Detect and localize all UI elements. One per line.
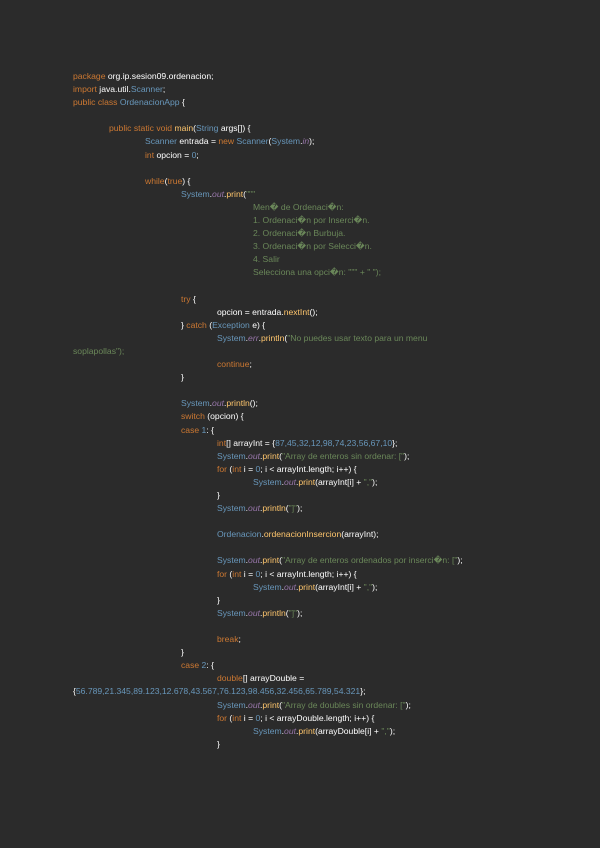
code-line: } [217, 738, 220, 749]
code-line: System.out.print(""" [181, 188, 256, 199]
code-line: System.out.print("Array de enteros orden… [217, 555, 463, 566]
code-line: while(true) { [145, 175, 191, 186]
code-line: continue; [217, 359, 252, 370]
code-line: Scanner entrada = new Scanner(System.in)… [145, 136, 315, 147]
code-line: break; [217, 634, 241, 645]
code-line: for (int i = 0; i < arrayInt.length; i++… [217, 463, 357, 474]
code-line: int[] arrayInt = {87,45,32,12,98,74,23,5… [217, 437, 398, 448]
code-line: public class OrdenacionApp { [73, 97, 185, 108]
code-line: case 2: { [181, 660, 214, 671]
code-line: int opcion = 0; [145, 149, 199, 160]
code-line: } [181, 372, 184, 383]
code-line: public static void main(String args[]) { [109, 123, 251, 134]
code-line: switch (opcion) { [181, 411, 244, 422]
code-line: System.out.println("]"); [217, 503, 303, 514]
code-line: for (int i = 0; i < arrayInt.length; i++… [217, 568, 357, 579]
code-line: 2. Ordenaci�n Burbuja. [253, 228, 346, 239]
code-line: System.out.print("Array de doubles sin o… [217, 699, 411, 710]
code-line: System.out.print(arrayInt[i] + ","); [253, 581, 378, 592]
code-line: System.out.println("]"); [217, 607, 303, 618]
code-line: 3. Ordenaci�n por Selecci�n. [253, 241, 372, 252]
code-line: } [181, 647, 184, 658]
code-line: } catch (Exception e) { [181, 319, 266, 330]
code-line: Men� de Ordenaci�n: [253, 201, 344, 212]
code-line: System.out.print(arrayInt[i] + ","); [253, 476, 378, 487]
code-line: System.out.print(arrayDouble[i] + ","); [253, 725, 396, 736]
code-line: for (int i = 0; i < arrayDouble.length; … [217, 712, 375, 723]
code-block: package org.ip.sesion09.ordenacion; impor… [73, 70, 593, 751]
code-line: package org.ip.sesion09.ordenacion; [73, 71, 214, 81]
code-line: {56.789,21.345,89.123,12.678,43.567,76.1… [73, 686, 366, 697]
document-page: package org.ip.sesion09.ordenacion; impor… [0, 0, 600, 848]
code-line: try { [181, 293, 196, 304]
code-line: } [217, 490, 220, 500]
code-line: System.out.println(); [181, 398, 258, 409]
code-line: soplapollas"); [73, 345, 125, 356]
code-line: Ordenacion.ordenacionInsercion(arrayInt)… [217, 529, 379, 540]
code-line: case 1: { [181, 424, 214, 435]
code-line: System.out.print("Array de enteros sin o… [217, 450, 410, 461]
code-line: } [217, 594, 220, 605]
code-line: double[] arrayDouble = [217, 673, 305, 684]
code-line: 4. Salir [253, 254, 280, 265]
code-line: opcion = entrada.nextInt(); [217, 306, 318, 317]
code-line: 1. Ordenaci�n por Inserci�n. [253, 215, 370, 226]
code-line: import java.util.Scanner; [73, 84, 166, 95]
code-line: Selecciona una opci�n: """ + " "); [253, 267, 381, 278]
code-line: System.err.println("No puedes usar texto… [217, 332, 428, 343]
